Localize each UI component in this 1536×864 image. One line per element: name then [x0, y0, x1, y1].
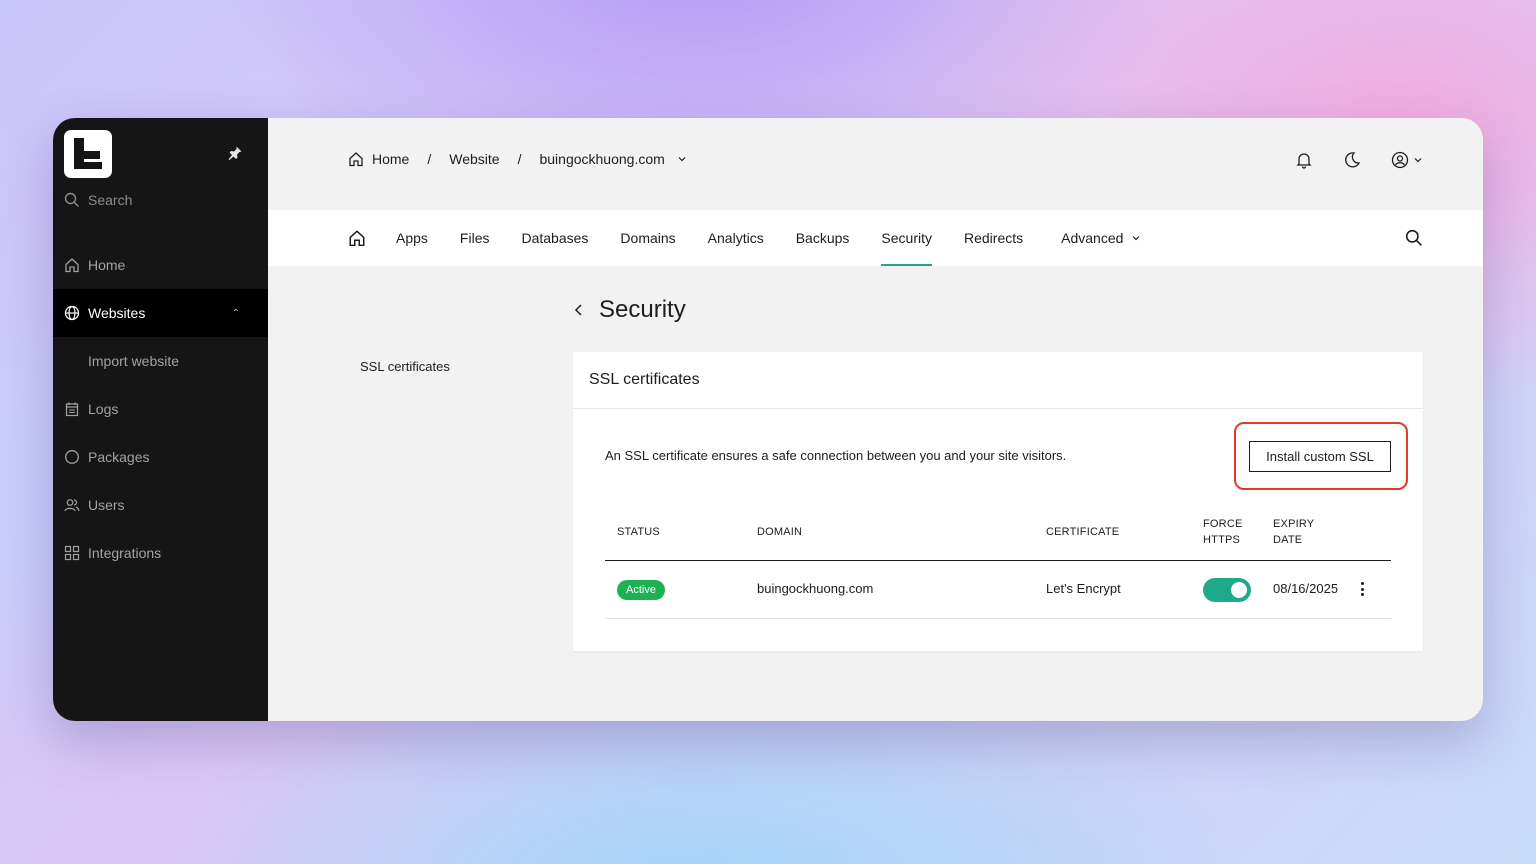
- chevron-up-icon: ⌃: [231, 307, 240, 319]
- table-row-divider: [605, 618, 1391, 619]
- sidebar-item-label: Import website: [88, 353, 180, 369]
- sidebar-item-packages[interactable]: Packages: [53, 433, 268, 481]
- column-header-force-https-line1: FORCE: [1203, 518, 1243, 530]
- top-icons: [1295, 151, 1423, 169]
- section-link-ssl[interactable]: SSL certificates: [360, 359, 450, 374]
- bell-icon[interactable]: [1295, 151, 1313, 169]
- circle-icon: [65, 450, 79, 464]
- tab-files[interactable]: Files: [460, 210, 490, 266]
- user-circle-icon: [1391, 151, 1409, 169]
- pin-icon[interactable]: [227, 145, 243, 161]
- sidebar-item-logs[interactable]: Logs: [53, 385, 268, 433]
- main-area: Home / Website / buingockhuong.com Apps: [268, 118, 1483, 721]
- card-description: An SSL certificate ensures a safe connec…: [605, 448, 1067, 463]
- sidebar-item-label: Users: [88, 497, 125, 513]
- breadcrumb: Home / Website / buingockhuong.com: [348, 151, 687, 167]
- more-options-icon[interactable]: [1358, 581, 1366, 597]
- breadcrumb-website[interactable]: Website: [449, 151, 499, 167]
- back-chevron-icon[interactable]: [573, 303, 585, 317]
- page-header: Security: [573, 296, 686, 324]
- column-header-expiry-line1: EXPIRY: [1273, 518, 1315, 530]
- home-icon: [349, 230, 365, 247]
- tab-security[interactable]: Security: [881, 210, 932, 266]
- column-header-expiry-line2: DATE: [1273, 534, 1303, 546]
- chevron-down-icon: [1414, 158, 1422, 163]
- column-header-force-https-line2: HTTPS: [1203, 534, 1241, 546]
- sidebar-item-users[interactable]: Users: [53, 481, 268, 529]
- tab-analytics[interactable]: Analytics: [708, 210, 764, 266]
- search-icon: [64, 192, 79, 207]
- chevron-down-icon[interactable]: [677, 154, 687, 164]
- tab-redirects[interactable]: Redirects: [964, 210, 1023, 266]
- breadcrumb-domain[interactable]: buingockhuong.com: [539, 151, 664, 167]
- sidebar-item-label: Logs: [88, 401, 119, 417]
- sidebar-item-home[interactable]: Home: [53, 241, 268, 289]
- sidebar: Search Home Websites ⌃ Import website Lo…: [53, 118, 268, 721]
- ssl-card: SSL certificates An SSL certificate ensu…: [573, 352, 1423, 651]
- tab-home[interactable]: [348, 210, 366, 266]
- column-header-certificate: CERTIFICATE: [1046, 526, 1120, 538]
- breadcrumb-separator: /: [427, 151, 432, 167]
- sidebar-item-label: Integrations: [88, 545, 162, 561]
- tab-advanced[interactable]: Advanced: [1061, 210, 1141, 266]
- sidebar-item-import-website[interactable]: Import website: [53, 337, 268, 385]
- users-icon: [64, 499, 80, 512]
- app-window: Search Home Websites ⌃ Import website Lo…: [53, 118, 1483, 721]
- sidebar-nav: Home Websites ⌃ Import website Logs Pack…: [53, 241, 268, 577]
- column-header-force-https: FORCE HTTPS: [1203, 516, 1243, 548]
- moon-icon[interactable]: [1343, 151, 1361, 169]
- force-https-toggle[interactable]: [1203, 578, 1251, 602]
- tab-bar: Apps Files Databases Domains Analytics B…: [268, 210, 1483, 266]
- search-icon[interactable]: [1405, 229, 1423, 247]
- sidebar-search-label: Search: [88, 192, 133, 208]
- breadcrumb-home[interactable]: Home: [372, 151, 409, 167]
- column-header-status: STATUS: [617, 526, 660, 538]
- home-icon: [65, 258, 79, 273]
- sidebar-item-label: Packages: [88, 449, 150, 465]
- sidebar-search[interactable]: Search: [64, 192, 132, 208]
- column-header-domain: DOMAIN: [757, 526, 803, 538]
- page-title: Security: [599, 296, 686, 323]
- row-domain: buingockhuong.com: [757, 581, 874, 596]
- sidebar-item-label: Websites: [88, 305, 146, 321]
- table-header-divider: [605, 560, 1391, 561]
- calendar-icon: [65, 402, 79, 417]
- tab-advanced-label: Advanced: [1061, 230, 1124, 246]
- sidebar-item-label: Home: [88, 257, 126, 273]
- install-custom-ssl-button[interactable]: Install custom SSL: [1249, 441, 1391, 472]
- top-bar: Home / Website / buingockhuong.com: [268, 118, 1483, 210]
- sidebar-item-integrations[interactable]: Integrations: [53, 529, 268, 577]
- row-expiry-date: 08/16/2025: [1273, 581, 1339, 596]
- chevron-down-icon: [1132, 236, 1140, 241]
- home-icon[interactable]: [348, 151, 364, 167]
- row-certificate: Let's Encrypt: [1046, 581, 1121, 596]
- breadcrumb-separator: /: [517, 151, 522, 167]
- tab-domains[interactable]: Domains: [620, 210, 675, 266]
- page-content: Security SSL certificates SSL certificat…: [268, 266, 1483, 721]
- column-header-expiry: EXPIRY DATE: [1273, 516, 1314, 548]
- brand-logo[interactable]: [64, 130, 112, 178]
- status-badge: Active: [617, 580, 665, 600]
- card-title: SSL certificates: [573, 352, 1423, 409]
- tab-apps[interactable]: Apps: [396, 210, 428, 266]
- globe-icon: [64, 305, 80, 321]
- sidebar-item-websites[interactable]: Websites ⌃: [53, 289, 268, 337]
- tab-databases[interactable]: Databases: [521, 210, 588, 266]
- account-menu[interactable]: [1391, 151, 1423, 169]
- grid-icon: [64, 545, 80, 561]
- tab-backups[interactable]: Backups: [796, 210, 850, 266]
